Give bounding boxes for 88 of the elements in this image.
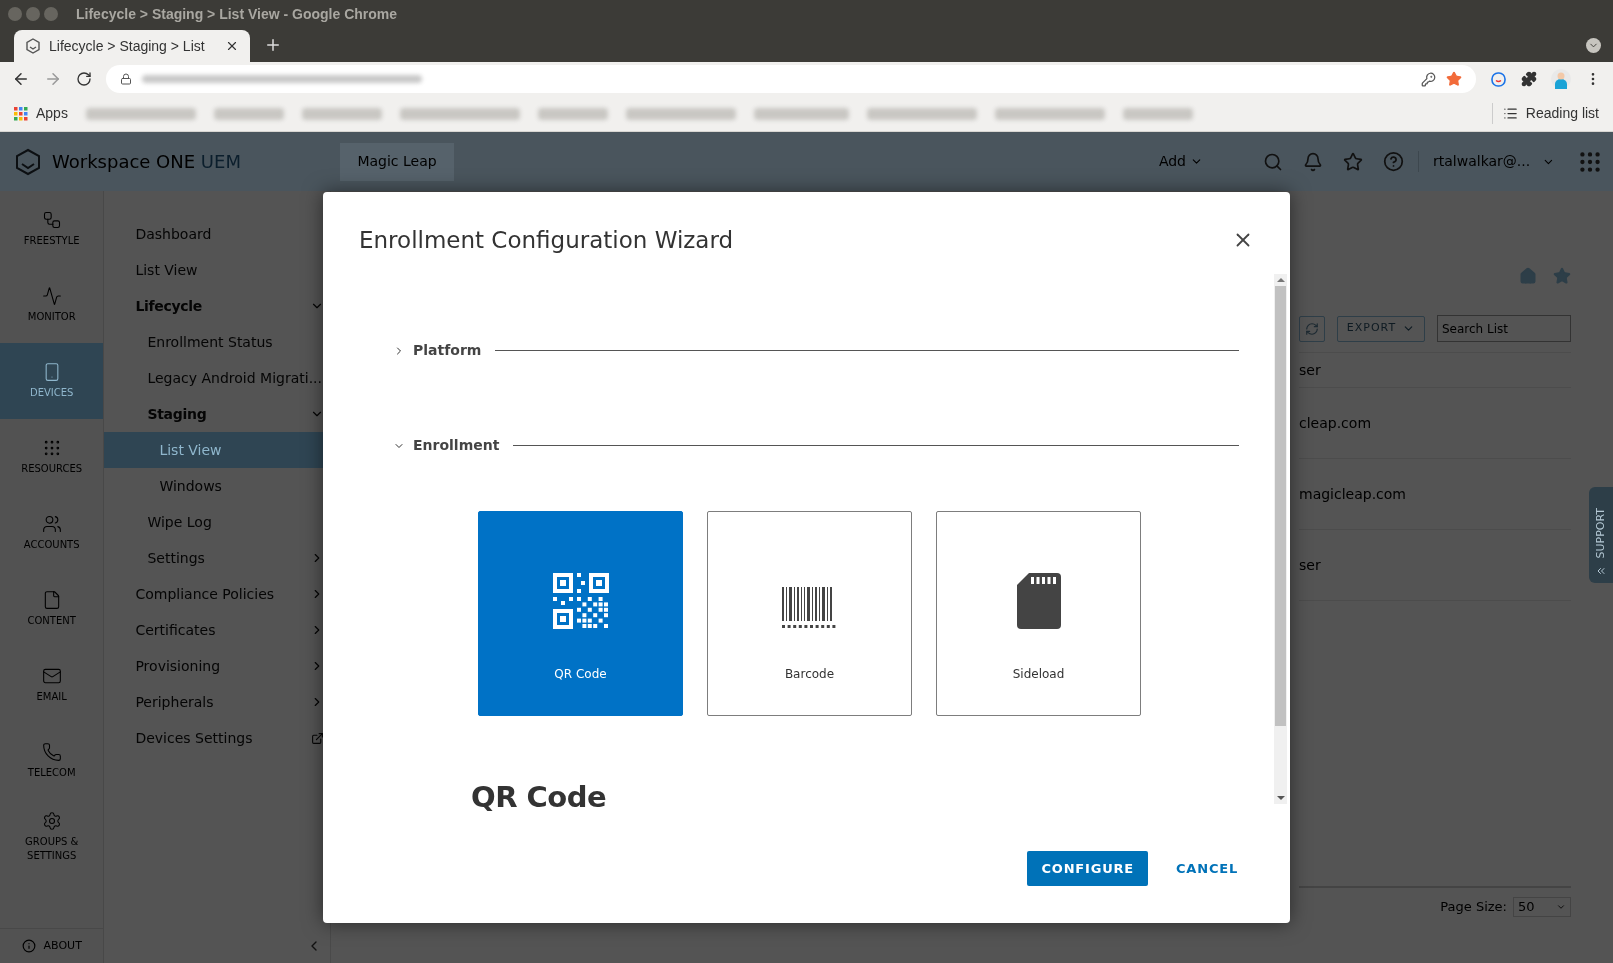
rail-item[interactable]: FREESTYLE — [0, 191, 104, 267]
refresh-icon — [1305, 321, 1319, 336]
rail-item[interactable]: DEVICES — [0, 343, 104, 419]
external-link-icon — [311, 731, 324, 745]
double-chevron-icon — [1595, 565, 1607, 577]
enrollment-option-card[interactable]: QR Code — [478, 511, 683, 716]
phone-icon — [41, 742, 62, 762]
scrollbar[interactable] — [1274, 274, 1287, 804]
table-cell: ser — [1299, 530, 1571, 601]
browser-tab[interactable]: Lifecycle > Staging > List — [14, 30, 250, 62]
nav-item[interactable]: Peripherals — [104, 684, 330, 720]
cancel-button[interactable]: CANCEL — [1170, 851, 1244, 886]
export-button[interactable]: EXPORT — [1337, 315, 1425, 342]
search-list-field[interactable]: Search List — [1437, 315, 1571, 342]
users-icon — [41, 514, 62, 534]
organization-tab[interactable]: Magic Leap — [340, 142, 454, 181]
avatar-icon[interactable] — [1551, 69, 1571, 89]
nav-item[interactable]: Staging — [104, 396, 330, 432]
rail-item[interactable]: GROUPS & SETTINGS — [0, 799, 104, 875]
table-cell: magicleap.com — [1299, 459, 1571, 530]
rail-item[interactable]: TELECOM — [0, 723, 104, 799]
configure-button[interactable]: CONFIGURE — [1027, 851, 1148, 886]
nav-item[interactable]: Certificates — [104, 612, 330, 648]
apps-bookmark[interactable]: Apps — [14, 103, 68, 124]
extensions-icon[interactable] — [1521, 71, 1537, 87]
dialog-title: Enrollment Configuration Wizard — [359, 225, 734, 255]
close-window-button[interactable] — [8, 7, 22, 21]
gear-icon — [41, 811, 62, 831]
table-cell: cleap.com — [1299, 388, 1571, 459]
workspace-logo-icon — [14, 147, 42, 176]
chevron-down-icon — [1556, 902, 1566, 912]
enrollment-option-card[interactable]: Sideload — [936, 511, 1141, 716]
favorite-star-icon[interactable] — [1553, 267, 1571, 285]
minimize-window-button[interactable] — [26, 7, 40, 21]
add-menu[interactable]: Add — [1158, 151, 1203, 172]
hexagon-logo-icon — [25, 38, 41, 54]
section-header[interactable]: Enrollment — [393, 435, 1239, 456]
rail-item[interactable]: CONTENT — [0, 571, 104, 647]
apps-grid-icon — [14, 106, 28, 121]
sd-card-icon — [1016, 572, 1061, 629]
nav-item[interactable]: Settings — [104, 540, 330, 576]
info-icon — [21, 939, 36, 953]
close-tab-icon[interactable] — [225, 39, 239, 53]
barcode-icon — [781, 586, 838, 629]
nav-item[interactable]: Provisioning — [104, 648, 330, 684]
section-header[interactable]: Platform — [393, 340, 1239, 361]
bookmark-star-icon[interactable] — [1446, 71, 1462, 87]
window-title: Lifecycle > Staging > List View - Google Chrome — [76, 4, 398, 24]
column-header: ser — [1299, 352, 1571, 388]
help-icon[interactable] — [1383, 151, 1404, 172]
reload-icon[interactable] — [76, 71, 92, 87]
notifications-icon[interactable] — [1303, 151, 1323, 172]
mail-icon — [41, 666, 62, 686]
rail-item[interactable]: ACCOUNTS — [0, 495, 104, 571]
user-menu[interactable]: rtalwalkar@... — [1419, 151, 1569, 172]
lock-icon — [120, 73, 132, 85]
list-icon — [1502, 106, 1518, 121]
nav-item[interactable]: Compliance Policies — [104, 576, 330, 612]
nav-item[interactable]: Lifecycle — [104, 288, 330, 324]
rail-item[interactable]: EMAIL — [0, 647, 104, 723]
enrollment-option-card[interactable]: Barcode — [707, 511, 912, 716]
rail-item[interactable]: RESOURCES — [0, 419, 104, 495]
blurred-bookmark — [213, 107, 284, 120]
favorites-icon[interactable] — [1343, 151, 1363, 172]
chat-bubble-icon[interactable] — [1490, 70, 1507, 88]
page-size-label: Page Size: — [1440, 898, 1507, 917]
back-icon[interactable] — [12, 70, 30, 88]
rail-item[interactable]: MONITOR — [0, 267, 104, 343]
chart-icon — [41, 286, 62, 306]
home-icon[interactable] — [1519, 267, 1537, 285]
nav-item[interactable]: Devices Settings — [104, 720, 330, 756]
page-size-select[interactable]: 50 — [1513, 897, 1571, 917]
blurred-bookmark — [1122, 107, 1193, 120]
nodes-icon — [41, 210, 62, 230]
about-button[interactable]: ABOUT — [0, 928, 104, 963]
detail-heading: QR Code — [471, 779, 608, 816]
reading-list-button[interactable]: Reading list — [1491, 103, 1599, 124]
forward-icon[interactable] — [44, 70, 62, 88]
refresh-button[interactable] — [1299, 315, 1325, 342]
qr-code-icon — [552, 572, 609, 629]
tab-search-button[interactable] — [1586, 38, 1601, 53]
search-icon[interactable] — [1263, 151, 1283, 172]
key-icon[interactable] — [1421, 71, 1436, 87]
new-tab-icon[interactable] — [264, 36, 282, 54]
brand-name: Workspace ONE UEM — [52, 150, 241, 174]
blurred-bookmark — [537, 107, 608, 120]
support-tab[interactable]: SUPPORT — [1589, 487, 1613, 583]
maximize-window-button[interactable] — [44, 7, 58, 21]
